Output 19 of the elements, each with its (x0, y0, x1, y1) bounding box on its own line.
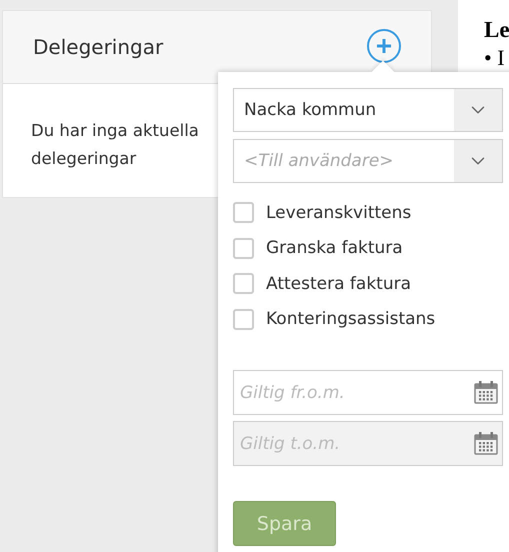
checkbox[interactable] (233, 238, 254, 259)
card-title: Delegeringar (33, 35, 164, 59)
checkbox[interactable] (233, 308, 254, 330)
dropdown[interactable]: Nacka kommun (233, 88, 503, 132)
add-button[interactable] (367, 29, 401, 63)
dropdown[interactable]: <Till användare> (233, 139, 503, 183)
heading: Le (484, 16, 509, 44)
checkbox[interactable] (233, 202, 254, 224)
checkbox-label: Leveranskvittens (266, 202, 412, 223)
calendar-icon[interactable] (474, 431, 498, 455)
list-item: • I (484, 44, 506, 72)
checkbox-label: Granska faktura (266, 238, 403, 258)
empty-message: Du har inga aktuella delegeringar (31, 120, 200, 170)
checkbox[interactable] (233, 273, 254, 294)
calendar-icon[interactable] (474, 380, 498, 404)
checkbox-label: Konteringsassistans (266, 309, 436, 330)
checkbox-label: Attestera faktura (266, 274, 412, 294)
plus-icon (375, 37, 393, 55)
date-field[interactable]: Giltig fr.o.m. (233, 370, 503, 415)
